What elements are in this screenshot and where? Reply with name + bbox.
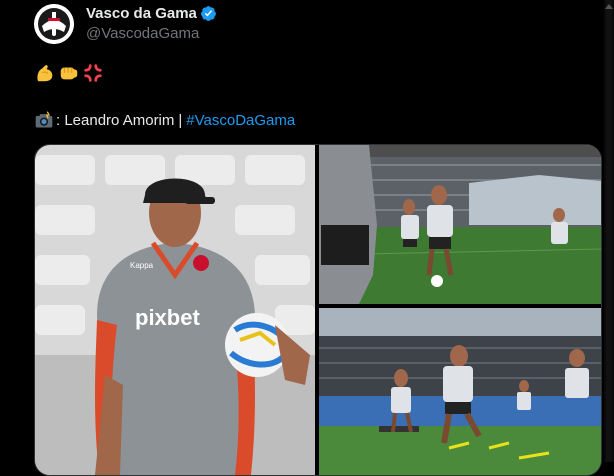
flexed-biceps-icon [34, 62, 56, 84]
verified-badge-icon[interactable] [200, 5, 217, 22]
emoji-line [34, 60, 104, 86]
post-header: Vasco da Gama @VascodaGama [34, 2, 594, 44]
caption-text: : Leandro Amorim [56, 111, 175, 129]
camera-with-flash-icon [34, 110, 54, 130]
shirt-logo-text: Kappa [130, 261, 154, 270]
scroll-up-arrow-icon[interactable] [605, 4, 613, 9]
anger-symbol-icon [82, 62, 104, 84]
author-block: Vasco da Gama @VascodaGama [86, 3, 217, 42]
media-grid: pixbet Kappa [34, 144, 602, 476]
hashtag-link[interactable]: #VascoDaGama [186, 112, 295, 129]
avatar[interactable] [34, 4, 74, 44]
training-photo-1[interactable] [319, 145, 601, 304]
author-handle[interactable]: @VascodaGama [86, 25, 217, 42]
author-display-name[interactable]: Vasco da Gama [86, 5, 197, 22]
training-photo-2[interactable] [319, 308, 601, 475]
oncoming-fist-icon [58, 62, 80, 84]
coach-photo[interactable]: pixbet Kappa [35, 145, 315, 475]
page-scrollbar[interactable] [604, 0, 614, 462]
scrollbar-thumb[interactable] [606, 0, 612, 462]
vasco-crest-icon [34, 4, 74, 44]
shirt-sponsor-text: pixbet [135, 305, 200, 330]
post-caption: : Leandro Amorim | #VascoDaGama [34, 110, 295, 130]
caption-separator: | [178, 111, 183, 129]
